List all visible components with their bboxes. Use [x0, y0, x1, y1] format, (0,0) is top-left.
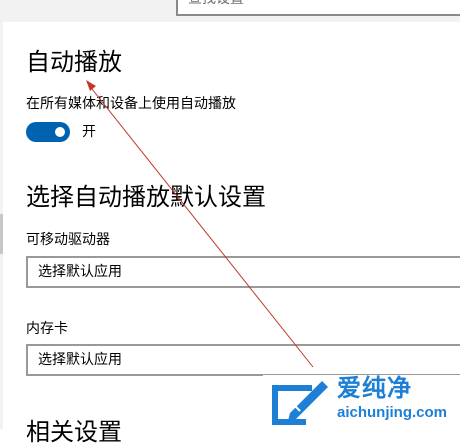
memory-card-selected: 选择默认应用	[38, 352, 122, 368]
site-watermark: 爱纯净 aichunjing.com	[263, 374, 460, 429]
annotation-arrow-head	[86, 80, 96, 91]
removable-drive-label: 可移动驱动器	[26, 232, 110, 248]
autoplay-defaults-title: 选择自动播放默认设置	[26, 183, 266, 211]
annotation-arrow-line	[91, 88, 314, 368]
toggle-knob	[55, 127, 65, 137]
watermark-brand: 爱纯净	[337, 374, 412, 402]
brand-logo-icon	[272, 381, 328, 425]
watermark-url: aichunjing.com	[337, 404, 448, 421]
memory-card-label: 内存卡	[26, 321, 68, 337]
removable-drive-selected: 选择默认应用	[38, 264, 122, 280]
toggle-state-label: 开	[82, 124, 96, 140]
memory-card-dropdown[interactable]: 选择默认应用	[26, 344, 460, 376]
autoplay-toggle[interactable]	[26, 122, 70, 142]
use-autoplay-label: 在所有媒体和设备上使用自动播放	[26, 96, 236, 112]
nav-pane-selection-marker	[0, 214, 3, 254]
search-input[interactable]: 查找设置	[176, 0, 460, 16]
autoplay-title: 自动播放	[26, 48, 122, 76]
related-settings-title: 相关设置	[26, 418, 122, 446]
removable-drive-dropdown[interactable]: 选择默认应用	[26, 256, 460, 288]
